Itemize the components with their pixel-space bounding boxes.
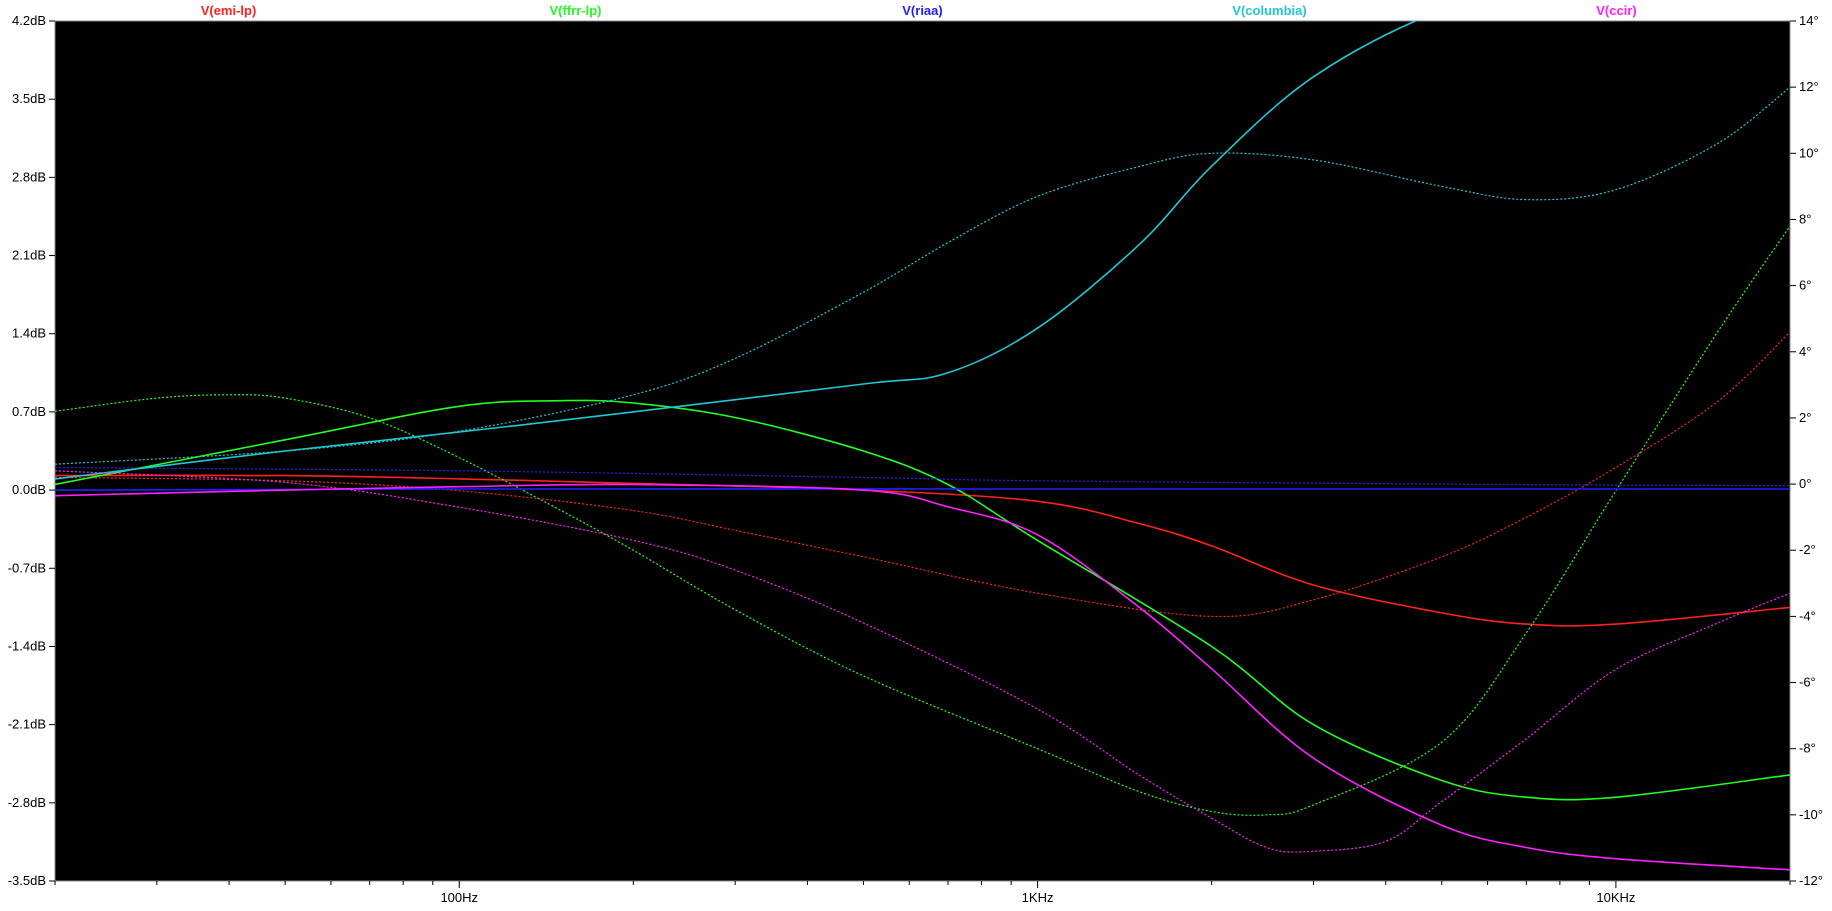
right-tick-label: 2° <box>1799 410 1811 425</box>
right-tick-label: -12° <box>1799 873 1823 888</box>
right-tick-label: -10° <box>1799 807 1823 822</box>
right-tick-label: 4° <box>1799 344 1811 359</box>
left-tick-label: 2.8dB <box>12 169 46 184</box>
bode-plot[interactable]: 4.2dB 3.5dB 2.8dB 2.1dB 1.4dB 0.7dB 0.0dB -0.7d… <box>0 0 1832 911</box>
left-tick-label: 1.4dB <box>12 326 46 341</box>
plot-area[interactable] <box>54 20 1791 882</box>
legend-item-v-ffrr-lp[interactable]: V(ffrr-lp) <box>550 3 602 18</box>
left-tick-label: -1.4dB <box>8 638 46 653</box>
left-tick-label: 2.1dB <box>12 248 46 263</box>
right-tick-label: 10° <box>1799 145 1819 160</box>
left-tick-label: -2.8dB <box>8 795 46 810</box>
right-tick-label: -8° <box>1799 741 1816 756</box>
left-tick-label: 4.2dB <box>12 13 46 28</box>
right-tick-label: 8° <box>1799 211 1811 226</box>
right-tick-label: -6° <box>1799 675 1816 690</box>
left-tick-label: 0.7dB <box>12 404 46 419</box>
left-tick-label: 3.5dB <box>12 91 46 106</box>
right-tick-label: 6° <box>1799 278 1811 293</box>
x-tick-label: 1KHz <box>1022 890 1054 905</box>
right-tick-label: -2° <box>1799 542 1816 557</box>
left-tick-label: -0.7dB <box>8 560 46 575</box>
legend-item-v-ccir[interactable]: V(ccir) <box>1596 3 1636 18</box>
right-tick-label: 14° <box>1799 13 1819 28</box>
left-tick-label: 0.0dB <box>12 482 46 497</box>
left-tick-label: -2.1dB <box>8 717 46 732</box>
legend-item-v-riaa[interactable]: V(riaa) <box>902 3 942 18</box>
x-tick-label: 100Hz <box>440 890 478 905</box>
x-tick-label: 10KHz <box>1596 890 1635 905</box>
right-tick-label: 0° <box>1799 476 1811 491</box>
legend-item-v-columbia[interactable]: V(columbia) <box>1232 3 1306 18</box>
right-tick-label: -4° <box>1799 608 1816 623</box>
left-tick-label: -3.5dB <box>8 873 46 888</box>
right-tick-label: 12° <box>1799 79 1819 94</box>
legend-item-v-emi-lp[interactable]: V(emi-lp) <box>201 3 257 18</box>
